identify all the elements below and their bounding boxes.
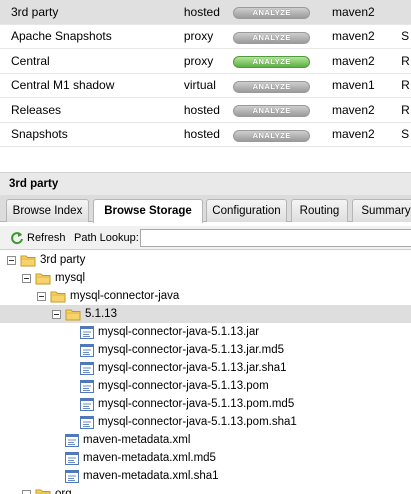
tab-summary[interactable]: Summary — [352, 199, 411, 222]
analyze-button[interactable]: ANALYZE — [233, 7, 311, 20]
tree-node-label: 5.1.13 — [85, 308, 117, 320]
repository-type: proxy — [183, 53, 214, 68]
collapse-toggle[interactable] — [7, 255, 16, 265]
file-icon — [80, 415, 94, 429]
repository-policy: R — [401, 78, 410, 93]
collapse-toggle[interactable] — [22, 273, 31, 283]
tree-file-node[interactable]: mysql-connector-java-5.1.13.pom — [0, 377, 411, 395]
path-lookup-input[interactable] — [140, 229, 411, 247]
tree-node-label: 3rd party — [40, 254, 86, 266]
repository-policy: S — [401, 29, 410, 44]
tree-folder-node[interactable]: mysql-connector-java — [0, 287, 411, 305]
tree-node-label: mysql — [55, 272, 86, 284]
collapse-toggle[interactable] — [37, 291, 46, 301]
repository-format: maven2 — [331, 29, 375, 44]
refresh-icon — [11, 232, 23, 245]
folder-icon — [65, 309, 81, 320]
grid-spacer — [0, 147, 411, 173]
file-icon — [65, 433, 79, 447]
repository-name: Snapshots — [11, 127, 68, 142]
file-icon — [80, 343, 94, 357]
repository-grid: 3rd party hosted ANALYZE maven2 Apache Snaps… — [0, 0, 411, 147]
repository-format: maven2 — [331, 127, 375, 142]
tree-node-label: maven-metadata.xml.sha1 — [83, 470, 219, 482]
tree-file-node[interactable]: mysql-connector-java-5.1.13.pom.md5 — [0, 395, 411, 413]
repository-row[interactable]: Apache Snapshots proxy ANALYZE maven2 S — [0, 25, 411, 49]
repository-format: maven2 — [331, 102, 375, 117]
tree-file-node[interactable]: mysql-connector-java-5.1.13.pom.sha1 — [0, 413, 411, 431]
repository-type: virtual — [183, 78, 216, 93]
repository-type: hosted — [183, 4, 220, 19]
repository-name: Apache Snapshots — [11, 29, 112, 44]
tree-folder-node[interactable]: mysql — [0, 269, 411, 287]
repository-name: Releases — [11, 102, 62, 117]
repository-row[interactable]: Central proxy ANALYZE maven2 R — [0, 49, 411, 74]
tree-file-node[interactable]: mysql-connector-java-5.1.13.jar — [0, 323, 411, 341]
tab-bar: Browse Index Browse Storage Configuratio… — [0, 195, 411, 223]
tree-folder-node[interactable]: 3rd party — [0, 251, 411, 269]
repository-format: maven1 — [331, 78, 375, 93]
folder-icon — [50, 291, 66, 302]
tree-node-label: mysql-connector-java — [70, 290, 180, 302]
analyze-button[interactable]: ANALYZE — [233, 129, 311, 142]
tree-file-node[interactable]: mysql-connector-java-5.1.13.jar.sha1 — [0, 359, 411, 377]
analyze-button[interactable]: ANALYZE — [233, 56, 311, 69]
file-icon — [80, 325, 94, 339]
tree-node-label: mysql-connector-java-5.1.13.jar.sha1 — [98, 362, 287, 374]
panel-title: 3rd party — [0, 173, 411, 195]
tab-routing[interactable]: Routing — [291, 199, 348, 222]
repository-name: Central M1 shadow — [11, 78, 115, 93]
tree-folder-node[interactable]: 5.1.13 — [0, 305, 411, 323]
folder-icon — [20, 255, 36, 266]
tree-node-label: maven-metadata.xml — [83, 434, 191, 446]
tree-node-label: mysql-connector-java-5.1.13.pom — [98, 380, 269, 392]
file-icon — [80, 397, 94, 411]
repository-policy: S — [401, 127, 410, 142]
file-icon — [65, 451, 79, 465]
collapse-toggle[interactable] — [52, 309, 61, 319]
repository-format: maven2 — [331, 4, 375, 19]
repository-row[interactable]: Central M1 shadow virtual ANALYZE maven1 R — [0, 74, 411, 98]
path-lookup-label: Path Lookup: — [74, 232, 139, 244]
analyze-button[interactable]: ANALYZE — [233, 105, 311, 118]
tree-folder-node[interactable]: org — [0, 485, 411, 494]
storage-toolbar: Refresh Path Lookup: — [0, 226, 411, 250]
collapse-toggle[interactable] — [22, 489, 31, 494]
repository-format: maven2 — [331, 53, 375, 68]
tree-file-node[interactable]: maven-metadata.xml.sha1 — [0, 467, 411, 485]
tree-file-node[interactable]: maven-metadata.xml.md5 — [0, 449, 411, 467]
analyze-button[interactable]: ANALYZE — [233, 31, 311, 44]
refresh-button[interactable]: Refresh — [10, 231, 66, 245]
repository-row[interactable]: Snapshots hosted ANALYZE maven2 S — [0, 123, 411, 147]
repository-name: Central — [11, 53, 50, 68]
tree-node-label: mysql-connector-java-5.1.13.pom.sha1 — [98, 416, 297, 428]
tab-browse-storage[interactable]: Browse Storage — [93, 199, 203, 223]
tree-node-label: maven-metadata.xml.md5 — [83, 452, 216, 464]
tree-node-label: mysql-connector-java-5.1.13.jar — [98, 326, 260, 338]
repository-row[interactable]: 3rd party hosted ANALYZE maven2 — [0, 0, 411, 25]
tree-file-node[interactable]: mysql-connector-java-5.1.13.jar.md5 — [0, 341, 411, 359]
repository-policy: R — [401, 53, 410, 68]
folder-icon — [35, 489, 51, 494]
tree-node-label: org — [55, 488, 72, 494]
file-icon — [80, 379, 94, 393]
tab-browse-index[interactable]: Browse Index — [6, 199, 89, 222]
repository-type: hosted — [183, 102, 220, 117]
analyze-button[interactable]: ANALYZE — [233, 80, 311, 93]
tab-configuration[interactable]: Configuration — [206, 199, 287, 222]
repository-row[interactable]: Releases hosted ANALYZE maven2 R — [0, 98, 411, 123]
repository-policy: R — [401, 102, 410, 117]
file-icon — [80, 361, 94, 375]
repository-type: proxy — [183, 29, 214, 44]
refresh-label: Refresh — [27, 232, 66, 244]
file-icon — [65, 469, 79, 483]
repository-name: 3rd party — [11, 4, 59, 19]
tree-file-node[interactable]: maven-metadata.xml — [0, 431, 411, 449]
tree-node-label: mysql-connector-java-5.1.13.pom.md5 — [98, 398, 295, 410]
storage-tree: 3rd party mysql mysql-connector-java 5.1.13… — [0, 251, 411, 494]
tree-node-label: mysql-connector-java-5.1.13.jar.md5 — [98, 344, 284, 356]
folder-icon — [35, 273, 51, 284]
repository-type: hosted — [183, 127, 220, 142]
